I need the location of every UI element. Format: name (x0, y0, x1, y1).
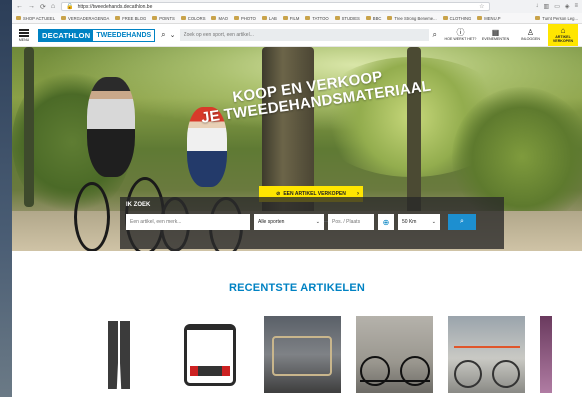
bookmark-item[interactable]: MAO (211, 16, 228, 21)
bike-image (454, 346, 520, 388)
shield-icon[interactable]: ◈ (565, 3, 570, 10)
sell-item-button[interactable]: ⌂ ARTIKEL VERKOPEN (548, 24, 578, 46)
bookmark-item[interactable]: Turnt Person Leg... (535, 16, 578, 21)
site-search: ⌕ ⌄ ⌕ (161, 29, 437, 41)
bookmark-item[interactable]: CLOTHING (443, 16, 472, 21)
item-thumbnail (448, 316, 525, 393)
reload-icon[interactable]: ⟳ (40, 3, 46, 11)
recent-items-list (80, 316, 552, 393)
desktop-background (0, 0, 12, 397)
recent-item-bike-frame[interactable] (264, 316, 341, 393)
bookmark-item[interactable]: Tree Strong Beneme... (387, 16, 436, 21)
calendar-icon: ▦ (491, 27, 500, 37)
bookmark-item[interactable]: BBC (366, 16, 382, 21)
logo-secondary: TWEEDEHANDS (93, 29, 155, 41)
sport-select-value: Alle sporten (258, 219, 285, 225)
download-icon[interactable]: ↓ (536, 3, 539, 10)
recent-item-city-bike[interactable] (448, 316, 525, 393)
chevron-down-icon: ⌄ (431, 219, 436, 225)
item-thumbnail (264, 316, 341, 393)
browser-menu-icon[interactable]: ≡ (574, 3, 578, 10)
recent-item-mountain-bike[interactable] (356, 316, 433, 393)
crosshair-icon: ⊕ (382, 217, 390, 227)
login-button[interactable]: ♙ INLOGGEN (513, 24, 548, 46)
chevron-down-icon[interactable]: ⌄ (170, 31, 176, 39)
bookmark-item[interactable]: SHOP ACTUEEL (16, 16, 55, 21)
back-icon[interactable]: ← (16, 3, 23, 11)
rack-image (184, 324, 236, 386)
bookmark-item[interactable]: FILM (283, 16, 300, 21)
lock-icon: 🔒 (66, 4, 74, 10)
search-panel-submit[interactable]: ⌕ (448, 214, 476, 230)
bookmark-item[interactable]: TATTOO (305, 16, 328, 21)
hero-tree (24, 47, 34, 207)
geolocate-button[interactable]: ⊕ (378, 214, 394, 230)
bookmark-item[interactable]: STUDIES (335, 16, 360, 21)
bookmarks-bar: SHOP ACTUEEL VERGADERAGENDA FREE BLOG PO… (12, 13, 582, 24)
recent-item-bike-carrier[interactable] (172, 316, 249, 393)
search-icon: ⌕ (460, 218, 464, 225)
events-label: EVENEMENTEN (481, 36, 510, 41)
recent-item-pants[interactable] (80, 316, 157, 393)
browser-window: ← → ⟳ ⌂ 🔒 https://tweedehands.decathlon.… (12, 0, 582, 397)
item-thumbnail (540, 316, 552, 393)
sidebar-icon[interactable]: ▭ (554, 3, 560, 10)
item-thumbnail (172, 316, 249, 393)
menu-button[interactable]: MENU (16, 28, 32, 42)
bookmark-item[interactable]: MENU.P (477, 16, 500, 21)
browser-extensions: ↓ ▥ ▭ ◈ ≡ (536, 3, 578, 10)
item-thumbnail (356, 316, 433, 393)
sell-item-label: ARTIKEL VERKOPEN (552, 34, 574, 43)
hamburger-icon (19, 28, 29, 37)
logo-primary: DECATHLON (39, 29, 94, 41)
search-icon: ⌕ (161, 30, 166, 39)
site-search-input[interactable] (179, 29, 429, 41)
site-logo[interactable]: DECATHLON TWEEDEHANDS (38, 28, 156, 42)
bookmark-item[interactable]: COLORS (181, 16, 206, 21)
tag-icon: ⌂ (560, 25, 566, 35)
how-it-works-label: HOE WERKT HET? (444, 36, 477, 41)
how-it-works-button[interactable]: ⓘ HOE WERKT HET? (443, 24, 478, 46)
radius-select-value: 50 Km (402, 219, 417, 225)
header-actions: ⓘ HOE WERKT HET? ▦ EVENEMENTEN ♙ INLOGGE… (443, 24, 578, 46)
sport-select[interactable]: Alle sporten ⌄ (254, 214, 324, 230)
browser-toolbar: ← → ⟳ ⌂ 🔒 https://tweedehands.decathlon.… (12, 0, 582, 13)
item-thumbnail (80, 316, 157, 393)
recent-items-section: RECENTSTE ARTIKELEN (12, 262, 582, 397)
forward-icon[interactable]: → (28, 3, 35, 11)
frame-image (272, 336, 332, 376)
search-panel-title: IK ZOEK (126, 202, 151, 208)
radius-select[interactable]: 50 Km ⌄ (398, 214, 440, 230)
bookmark-item[interactable]: PHOTO (234, 16, 256, 21)
bookmark-item[interactable]: FREE BLOG (115, 16, 146, 21)
menu-label: MENU (18, 37, 30, 42)
chevron-down-icon: ⌄ (315, 219, 320, 225)
adult-cyclist (87, 77, 135, 177)
recent-item-partial[interactable] (540, 316, 552, 393)
login-label: INLOGGEN (521, 36, 540, 41)
help-icon: ⓘ (456, 27, 465, 37)
bookmark-item[interactable]: POINTS (152, 16, 175, 21)
search-panel-row: Alle sporten ⌄ ⊕ 50 Km ⌄ ⌕ (126, 214, 498, 230)
bike-wheel (74, 182, 110, 251)
home-icon[interactable]: ⌂ (51, 3, 55, 11)
keyword-input[interactable] (126, 214, 250, 230)
bookmark-item[interactable]: LAB (262, 16, 277, 21)
bookmark-star-icon[interactable]: ☆ (479, 3, 484, 10)
site-header: MENU DECATHLON TWEEDEHANDS ⌕ ⌄ ⌕ ⓘ HOE W… (12, 24, 582, 47)
bookmark-item[interactable]: VERGADERAGENDA (61, 16, 109, 21)
recent-items-heading: RECENTSTE ARTIKELEN (228, 282, 365, 294)
browser-nav: ← → ⟳ ⌂ (16, 3, 55, 11)
library-icon[interactable]: ▥ (544, 3, 550, 10)
search-panel: IK ZOEK Alle sporten ⌄ ⊕ 50 Km ⌄ ⌕ (120, 197, 504, 249)
pants-image (108, 321, 130, 389)
account-icon: ♙ (526, 27, 535, 37)
bike-image (360, 342, 430, 386)
address-bar[interactable]: 🔒 https://tweedehands.decathlon.be ☆ (61, 2, 490, 11)
events-button[interactable]: ▦ EVENEMENTEN (478, 24, 513, 46)
search-submit-icon[interactable]: ⌕ (433, 30, 437, 40)
rack-lights (190, 366, 230, 376)
location-input[interactable] (328, 214, 374, 230)
address-text: https://tweedehands.decathlon.be (77, 3, 153, 10)
